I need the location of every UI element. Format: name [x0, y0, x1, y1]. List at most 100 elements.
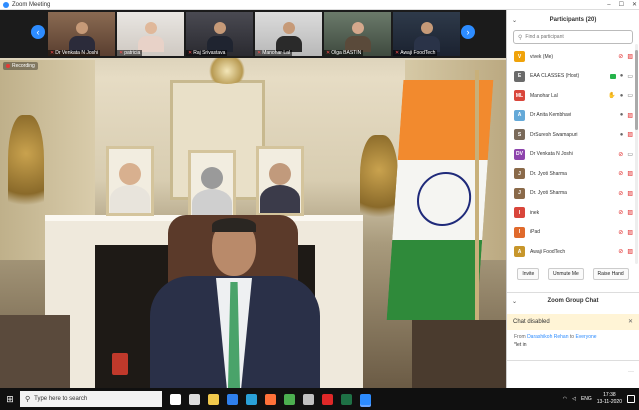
camera-icon[interactable]: ▭ [627, 151, 633, 158]
unmute-me-button[interactable]: Unmute Me [547, 267, 584, 280]
collapse-chevron-icon[interactable]: ⌄ [512, 298, 517, 305]
thumbnail-name: ✕ Awaji FoodTech [393, 50, 438, 56]
portrait-frame-2 [188, 150, 236, 220]
participant-search[interactable]: ⚲ [513, 30, 633, 44]
mic-muted-icon[interactable]: ⊘ [618, 53, 623, 60]
raise-hand-button[interactable]: Raise Hand [592, 267, 629, 280]
participant-name: iPad [530, 229, 541, 236]
firefox-icon[interactable] [265, 393, 276, 405]
more-options-icon[interactable]: ··· [628, 369, 634, 375]
camera-icon[interactable]: ▭ [627, 73, 633, 80]
camera-off-icon[interactable]: ▨ [627, 229, 633, 236]
participant-thumbnail[interactable]: ✕ patricia [117, 12, 184, 56]
next-page-button[interactable]: › [461, 25, 475, 39]
windows-start-icon[interactable]: ⊞ [0, 388, 20, 410]
participant-thumbnail[interactable]: ✕ Awaji FoodTech [393, 12, 460, 56]
camera-icon[interactable]: ▭ [627, 92, 633, 99]
participant-row[interactable]: E EAA CLASSES (Host) ● ▭ [507, 67, 639, 87]
participant-row[interactable]: ML Manohar Lal ✋ ● ▭ [507, 86, 639, 106]
participant-status-icons: ⊘ ▨ [618, 190, 633, 197]
raised-hand-icon: ✋ [608, 93, 616, 100]
title-bar: Zoom Meeting – ☐ ✕ [0, 0, 639, 10]
language-indicator[interactable]: ENG [581, 396, 592, 402]
prev-page-button[interactable]: ‹ [31, 25, 45, 39]
mic-icon[interactable]: ● [620, 132, 624, 138]
mic-muted-icon[interactable]: ⊘ [618, 248, 623, 255]
participant-name: Awaji FoodTech [530, 248, 566, 255]
collapse-chevron-icon[interactable]: ⌄ [512, 17, 517, 24]
participant-status-icons: ⊘ ▭ [618, 151, 633, 158]
desk-right [412, 320, 506, 388]
camera-off-icon[interactable]: ▨ [627, 131, 633, 138]
camera-off-icon[interactable]: ▨ [627, 53, 633, 60]
maximize-button[interactable]: ☐ [619, 0, 624, 10]
participant-scrollbar-thumb[interactable] [635, 50, 638, 130]
thumbnail-name: ✕ Olga BASTIN [324, 50, 364, 56]
camera-off-icon[interactable]: ▨ [627, 170, 633, 177]
participant-thumbnail[interactable]: ✕ Olga BASTIN [324, 12, 391, 56]
participant-row[interactable]: J Dr. Jyoti Sharma ⊘ ▨ [507, 164, 639, 184]
participant-row[interactable]: A Dr Anita Kembhavi ● ▨ [507, 106, 639, 126]
winamp-icon[interactable] [303, 393, 314, 405]
close-icon[interactable]: ✕ [628, 318, 633, 325]
volume-icon[interactable]: ◁ [572, 396, 576, 402]
participant-row[interactable]: Iinek ⊘ ▨ [507, 203, 639, 223]
chat-message: From Darashikoh Rehan to Everyone *let i… [507, 330, 639, 352]
mic-muted-icon[interactable]: ⊘ [618, 229, 623, 236]
active-speaker-video[interactable] [0, 10, 506, 388]
taskbar-search[interactable]: ⚲ Type here to search [20, 391, 162, 407]
participant-row[interactable]: A Awaji FoodTech ⊘ ▨ [507, 242, 639, 262]
system-tray: ◠ ◁ ENG 17:38 13-11-2020 [563, 388, 635, 410]
participant-name: Dr Venkata N Joshi [530, 151, 573, 158]
mic-muted-icon[interactable]: ⊘ [618, 151, 623, 158]
clock[interactable]: 17:38 13-11-2020 [597, 392, 622, 406]
zoom-icon[interactable] [360, 393, 371, 405]
edge-icon[interactable] [246, 393, 257, 405]
participant-thumbnail[interactable]: ✕ Raj Srivastava [186, 12, 253, 56]
participant-thumbnail[interactable]: ✕ Manohar Lal [255, 12, 322, 56]
participant-row[interactable]: J Dr. Jyoti Sharma ⊘ ▨ [507, 184, 639, 204]
participant-row[interactable]: Vvivek (Me) ⊘ ▨ [507, 47, 639, 67]
cortana-icon[interactable] [170, 393, 181, 405]
chat-recipient[interactable]: Everyone [575, 334, 596, 340]
wifi-icon[interactable]: ◠ [563, 396, 567, 402]
mic-icon[interactable]: ● [620, 93, 624, 99]
search-icon: ⚲ [25, 396, 31, 403]
invite-button[interactable]: Invite [517, 267, 540, 280]
participant-name: inek [530, 209, 540, 216]
camera-off-icon[interactable]: ▨ [627, 190, 633, 197]
participant-row[interactable]: S DrSuresh Swamapuri ● ▨ [507, 125, 639, 145]
mic-icon[interactable]: ● [620, 73, 624, 79]
camera-off-icon[interactable]: ▨ [627, 209, 633, 216]
chandelier [205, 58, 249, 84]
minimize-button[interactable]: – [607, 0, 610, 10]
chrome-icon[interactable] [284, 393, 295, 405]
close-window-button[interactable]: ✕ [632, 0, 637, 10]
chat-sender[interactable]: Darashikoh Rehan [527, 334, 568, 340]
participant-actions: Invite Unmute Me Raise Hand [507, 267, 639, 280]
chat-header: ⌄ Zoom Group Chat [507, 291, 639, 310]
participant-search-input[interactable] [525, 34, 626, 40]
chat-input-area[interactable]: ··· [507, 360, 639, 388]
mic-icon[interactable]: ● [620, 112, 624, 118]
participant-name: vivek (Me) [530, 53, 554, 60]
camera-off-icon[interactable]: ▨ [627, 112, 633, 119]
participant-thumbnail[interactable]: ✕ Dr Venkata N Joshi [48, 12, 115, 56]
participant-status-icons: ● ▨ [620, 131, 633, 139]
task-view-icon[interactable] [189, 393, 200, 405]
participant-row[interactable]: DV Dr Venkata N Joshi ⊘ ▭ [507, 145, 639, 165]
notification-icon[interactable] [627, 395, 635, 403]
excel-icon[interactable] [341, 393, 352, 405]
participant-status-icons: ⊘ ▨ [618, 248, 633, 255]
opera-icon[interactable] [322, 393, 333, 405]
participant-name: DrSuresh Swamapuri [530, 131, 578, 138]
mic-muted-icon[interactable]: ⊘ [618, 190, 623, 197]
file-explorer-icon[interactable] [208, 393, 219, 405]
taskbar-apps [170, 393, 371, 405]
participant-row[interactable]: IiPad ⊘ ▨ [507, 223, 639, 243]
mail-icon[interactable] [227, 393, 238, 405]
mic-muted-icon[interactable]: ⊘ [618, 170, 623, 177]
gallery-strip: ‹ ✕ Dr Venkata N Joshi ✕ patricia ✕ Raj Sri… [0, 10, 506, 58]
mic-muted-icon[interactable]: ⊘ [618, 209, 623, 216]
camera-off-icon[interactable]: ▨ [627, 248, 633, 255]
